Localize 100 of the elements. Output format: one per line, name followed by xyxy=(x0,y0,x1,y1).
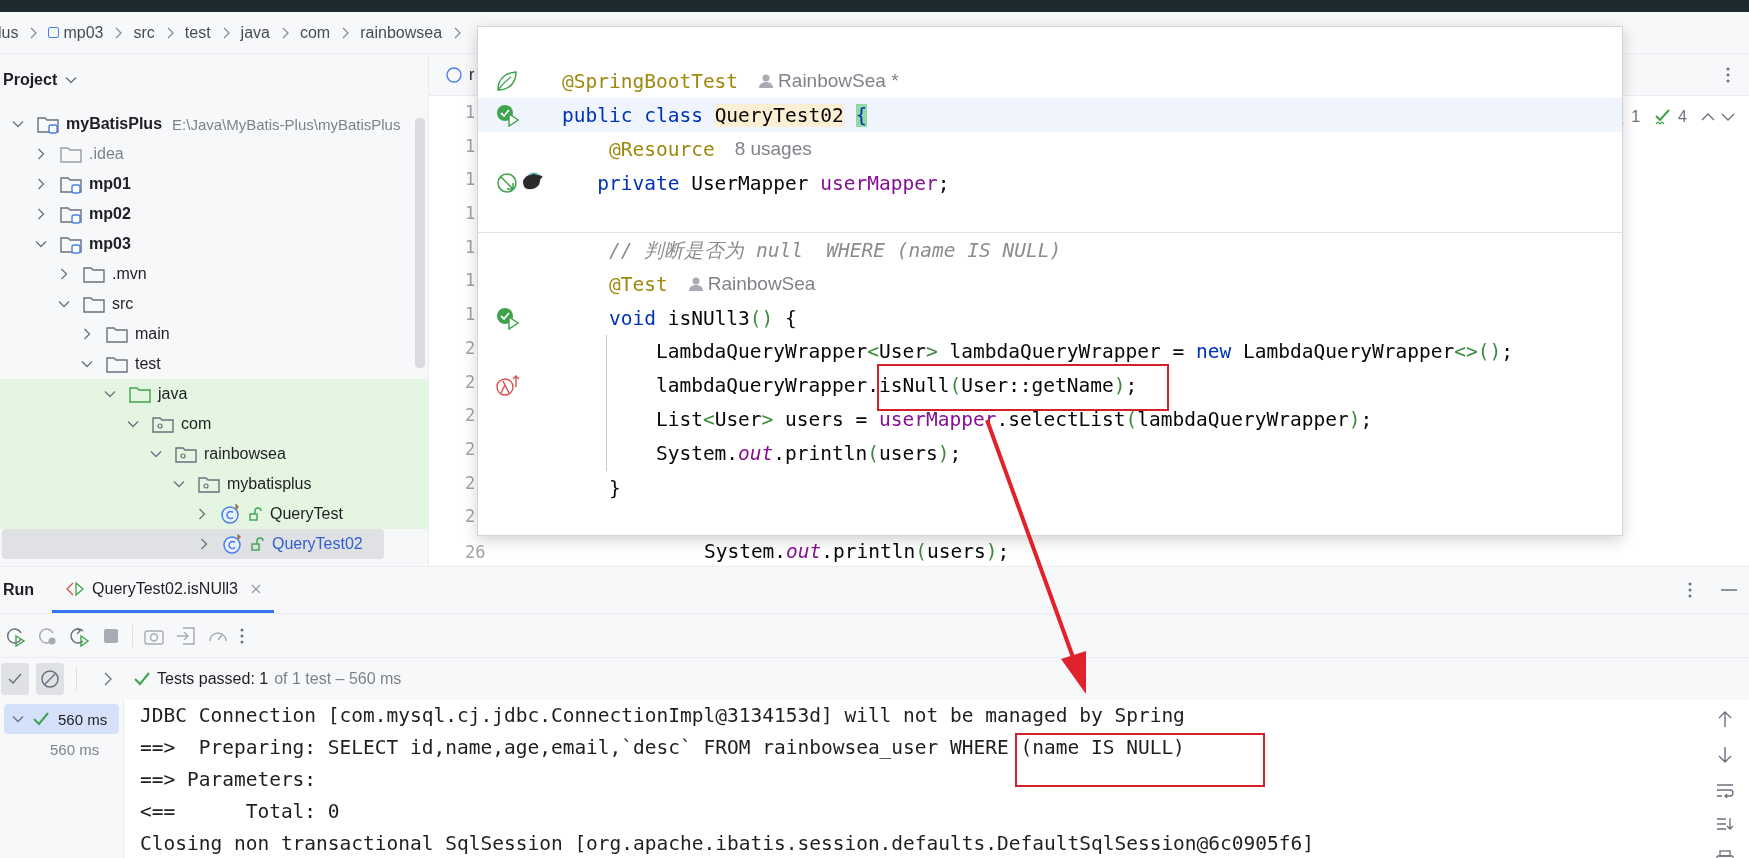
breadcrumb-item[interactable]: src xyxy=(133,23,155,42)
close-icon[interactable] xyxy=(249,582,262,595)
chevron-icon xyxy=(29,26,38,39)
panel-title[interactable]: Project xyxy=(3,71,58,89)
more-icon[interactable] xyxy=(1725,65,1731,84)
ignored-icon xyxy=(40,669,60,689)
soft-wrap-icon[interactable] xyxy=(1716,782,1734,798)
editor-tab[interactable]: r xyxy=(429,65,475,84)
chevron-icon[interactable] xyxy=(81,358,93,370)
chevron-icon[interactable] xyxy=(12,118,24,130)
scrollbar[interactable] xyxy=(415,118,425,368)
line-number: 1 xyxy=(465,269,476,293)
chevron-icon xyxy=(453,26,462,39)
tree-item[interactable]: mybatisplus xyxy=(0,469,428,499)
person-icon xyxy=(687,276,704,292)
tree-item[interactable]: com xyxy=(0,409,428,439)
chevron-icon[interactable] xyxy=(198,538,210,550)
breadcrumb-item[interactable]: test xyxy=(184,23,211,42)
tree-item[interactable]: rainbowsea xyxy=(0,439,428,469)
show-ignored-toggle[interactable] xyxy=(36,663,64,695)
code-line: void isNUll3() { xyxy=(607,306,797,330)
leaf-icon[interactable] xyxy=(495,69,519,93)
weak-warning-count[interactable]: 4 xyxy=(1678,108,1687,126)
tree-item[interactable]: QueryTest02 xyxy=(2,529,384,559)
code-line: private UserMapper userMapper; xyxy=(596,171,950,195)
console-line: <== Total: 0 xyxy=(140,799,340,825)
chevron-icon[interactable] xyxy=(196,508,208,520)
check-icon[interactable] xyxy=(1654,108,1673,126)
lambda-icon[interactable] xyxy=(495,374,521,398)
tree-item[interactable]: mp01 xyxy=(0,169,428,199)
warning-count[interactable]: 1 xyxy=(1631,108,1641,126)
dropdown-icon[interactable] xyxy=(65,76,78,84)
person-icon xyxy=(758,73,775,89)
chevron-icon[interactable] xyxy=(103,672,113,686)
tree-item[interactable]: myBatisPlus E:\Java\MyBatis-Plus\myBatisPlus xyxy=(0,109,428,139)
tree-item[interactable]: mp02 xyxy=(0,199,428,229)
arrow-up-icon[interactable] xyxy=(1717,710,1733,728)
test-tree-item[interactable]: 560 ms xyxy=(4,704,119,734)
module-folder-icon xyxy=(59,234,83,254)
chevron-icon[interactable] xyxy=(35,238,47,250)
tree-item[interactable]: java xyxy=(0,379,428,409)
chevron-icon[interactable] xyxy=(35,178,47,190)
tree-item[interactable]: main xyxy=(0,319,428,349)
show-passed-toggle[interactable] xyxy=(1,663,29,695)
breadcrumb-item[interactable]: java xyxy=(240,23,270,42)
module-folder-icon xyxy=(36,114,60,134)
breadcrumb-item[interactable]: rainbowsea xyxy=(360,23,443,42)
author-hint[interactable]: RainbowSea * xyxy=(778,70,899,92)
bird-icon[interactable] xyxy=(521,171,545,191)
class-icon xyxy=(222,533,244,555)
chevron-icon[interactable] xyxy=(35,148,47,160)
class-icon xyxy=(445,65,463,84)
tree-item[interactable]: test xyxy=(0,349,428,379)
folder-icon xyxy=(59,144,83,164)
usages-hint[interactable]: 8 usages xyxy=(734,138,812,160)
chevron-icon[interactable] xyxy=(127,418,139,430)
folder-icon xyxy=(82,264,106,284)
folder-icon xyxy=(128,384,152,404)
test-tree-item[interactable]: 560 ms xyxy=(0,734,123,764)
run-test-icon[interactable] xyxy=(495,306,521,330)
chevron-icon[interactable] xyxy=(150,448,162,460)
package-icon xyxy=(151,414,175,434)
breadcrumb-item[interactable]: com xyxy=(299,23,331,42)
chevron-icon[interactable] xyxy=(12,713,24,725)
chevron-icon xyxy=(114,26,123,39)
chevron-up-icon[interactable] xyxy=(1701,112,1715,122)
console-line: JDBC Connection [com.mysql.cj.jdbc.ConnectionImpl@3134153d] will not be managed by Spring xyxy=(140,703,1185,729)
author-hint[interactable]: RainbowSea xyxy=(707,273,816,295)
chevron-icon[interactable] xyxy=(173,478,185,490)
chevron-icon[interactable] xyxy=(81,328,93,340)
code-line: } xyxy=(607,476,621,500)
tree-item[interactable]: .mvn xyxy=(0,259,428,289)
line-number: 1 xyxy=(465,303,476,327)
chevron-down-icon[interactable] xyxy=(1721,112,1735,122)
test-summary: of 1 test – 560 ms xyxy=(274,670,402,688)
class-icon xyxy=(220,503,242,525)
line-number: 2 xyxy=(465,471,476,495)
module-folder-icon xyxy=(59,174,83,194)
tree-item[interactable]: mp03 xyxy=(0,229,428,259)
more-icon[interactable] xyxy=(1687,581,1693,599)
minimize-icon[interactable] xyxy=(1721,588,1737,592)
breadcrumb-item[interactable]: mp03 xyxy=(48,23,104,42)
chevron-icon[interactable] xyxy=(58,268,70,280)
check-icon xyxy=(133,671,151,687)
public-icon xyxy=(250,536,266,552)
more-icon[interactable] xyxy=(239,626,245,645)
run-tab[interactable]: QueryTest02.isNUll3 xyxy=(52,567,274,613)
tree-item[interactable]: src xyxy=(0,289,428,319)
chevron-icon[interactable] xyxy=(35,208,47,220)
arrow-down-icon[interactable] xyxy=(1717,746,1733,764)
run-test-icon[interactable] xyxy=(495,103,521,127)
folder-icon xyxy=(82,294,106,314)
code-line: @Test xyxy=(607,272,668,296)
tree-item[interactable]: QueryTest xyxy=(0,499,428,529)
tree-item[interactable]: .idea xyxy=(0,139,428,169)
scroll-to-end-icon[interactable] xyxy=(1716,816,1734,832)
code-line: public class QueryTest02 { xyxy=(562,103,868,127)
folder-icon xyxy=(105,354,129,374)
chevron-icon[interactable] xyxy=(58,298,70,310)
chevron-icon[interactable] xyxy=(104,388,116,400)
